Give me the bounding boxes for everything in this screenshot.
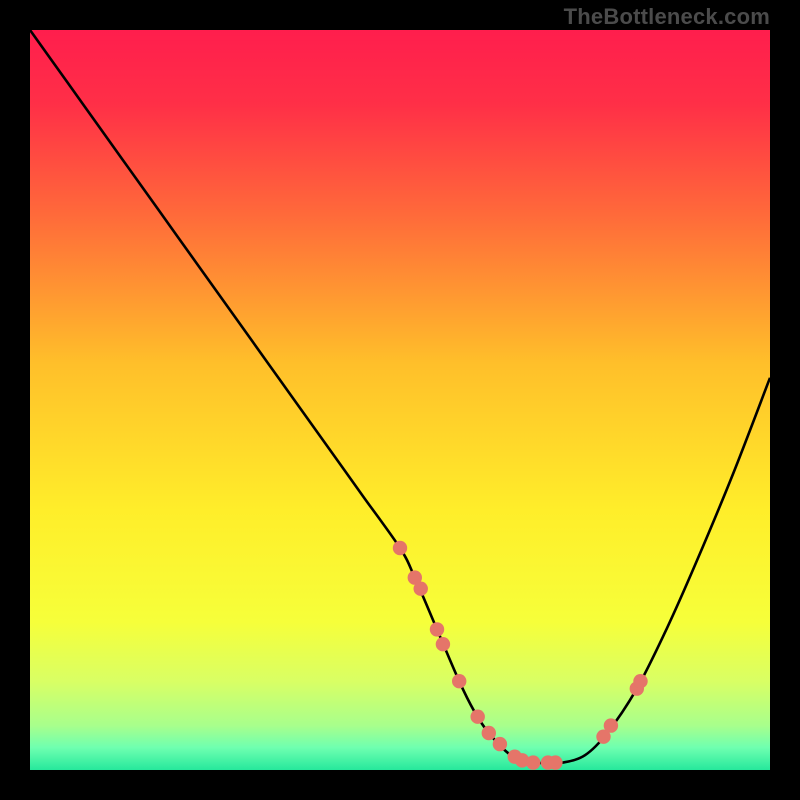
- gradient-background: [30, 30, 770, 770]
- highlight-dot: [604, 718, 618, 732]
- highlight-dot: [548, 755, 562, 769]
- highlight-dot: [471, 710, 485, 724]
- plot-svg: [30, 30, 770, 770]
- highlight-dot: [633, 674, 647, 688]
- attribution-label: TheBottleneck.com: [564, 4, 770, 30]
- highlight-dot: [393, 541, 407, 555]
- highlight-dot: [482, 726, 496, 740]
- highlight-dot: [493, 737, 507, 751]
- highlight-dot: [526, 755, 540, 769]
- chart-frame: TheBottleneck.com: [0, 0, 800, 800]
- plot-area: [30, 30, 770, 770]
- highlight-dot: [436, 637, 450, 651]
- highlight-dot: [430, 622, 444, 636]
- highlight-dot: [452, 674, 466, 688]
- highlight-dot: [414, 582, 428, 596]
